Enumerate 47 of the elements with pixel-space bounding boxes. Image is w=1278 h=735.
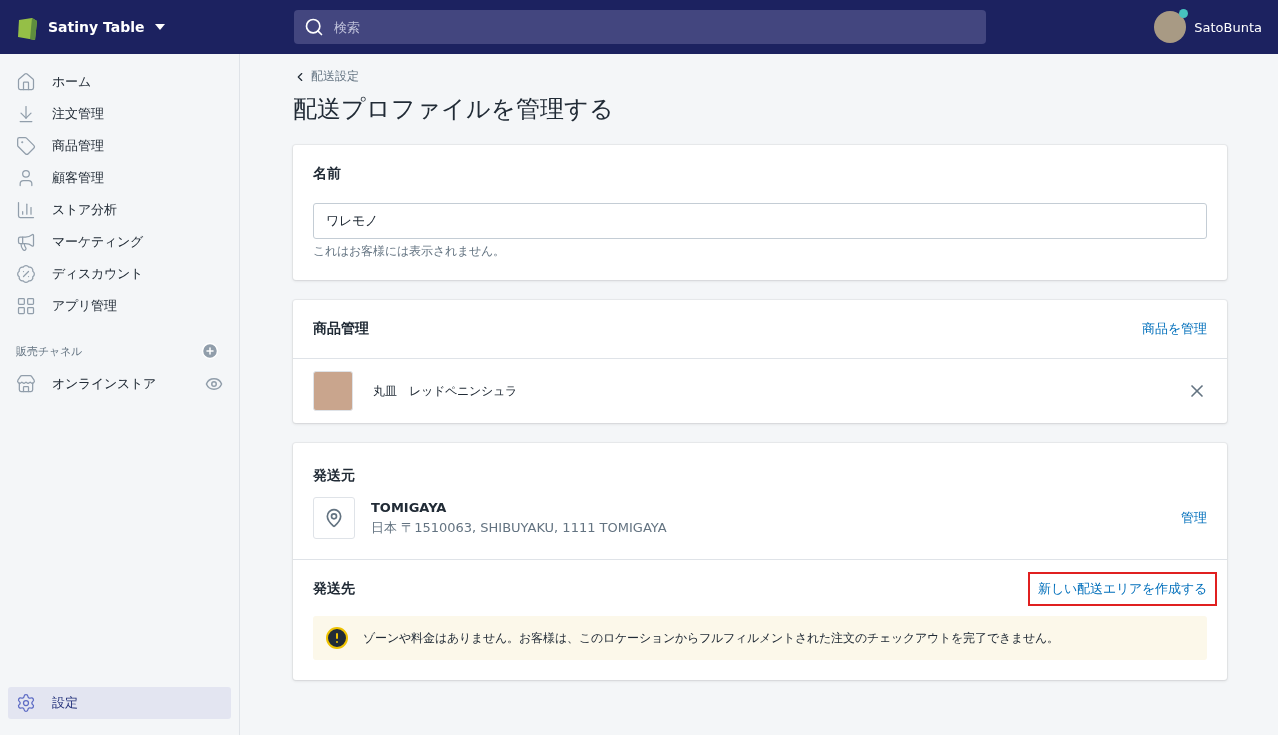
avatar[interactable] <box>1154 11 1187 43</box>
create-zone-link[interactable]: 新しい配送エリアを作成する <box>1030 574 1215 604</box>
store-icon <box>16 374 36 394</box>
product-name: 丸皿 レッドペニンシュラ <box>373 382 518 400</box>
user-name[interactable]: SatoBunta <box>1194 19 1262 35</box>
input-field[interactable]: ワレモノ <box>313 203 1207 239</box>
home-icon <box>16 72 36 92</box>
sidebar-item[interactable]: ディスカウント <box>8 258 231 290</box>
status-dot <box>1179 9 1189 18</box>
alert-icon <box>325 626 349 650</box>
warning-text: ゾーンや料金はありません。お客様は、このロケーションからフルフィルメントされた注文のチェックアウトを完了できません。 <box>363 629 1059 647</box>
caret-icon <box>154 24 165 30</box>
sidebar-item[interactable]: ストア分析 <box>8 194 231 226</box>
megaphone-icon <box>16 232 36 252</box>
tag-icon <box>16 136 36 156</box>
location-name: TOMIGAYA <box>371 499 448 515</box>
map-pin-icon <box>313 497 355 539</box>
search-field[interactable]: 検索 <box>294 10 986 44</box>
bar-chart-icon <box>16 200 36 220</box>
store-name[interactable]: Satiny Table <box>48 19 145 35</box>
settings-icon <box>16 693 36 713</box>
card-title: 名前 <box>313 165 342 183</box>
eye-icon[interactable] <box>205 375 223 393</box>
page-title: 配送プロファイルを管理する <box>293 94 615 125</box>
section-title: 発送元 <box>313 467 356 485</box>
breadcrumb-link[interactable]: 配送設定 <box>293 68 1227 85</box>
breadcrumb-text: 配送設定 <box>311 68 359 85</box>
sidebar-item[interactable]: マーケティング <box>8 226 231 258</box>
section-heading: 販売チャネル <box>16 343 82 359</box>
add-icon[interactable] <box>201 342 219 360</box>
sidebar-item[interactable]: 商品管理 <box>8 130 231 162</box>
photo-placeholder <box>313 371 353 411</box>
manage-link[interactable]: 管理 <box>1181 509 1207 527</box>
grid-icon <box>16 296 36 316</box>
location-address: 日本 〒1510063, SHIBUYAKU, 1111 TOMIGAYA <box>371 518 667 537</box>
sidebar-item[interactable]: アプリ管理 <box>8 290 231 322</box>
sidebar-item[interactable]: ホーム <box>8 66 231 98</box>
sidebar-item[interactable]: 顧客管理 <box>8 162 231 194</box>
percent-badge-icon <box>16 264 36 284</box>
section-title: 発送先 <box>313 580 355 598</box>
card-title: 商品管理 <box>313 320 369 338</box>
help-text: これはお客様には表示されません。 <box>313 243 506 260</box>
search-icon <box>304 17 324 37</box>
sidebar-item[interactable]: 注文管理 <box>8 98 231 130</box>
sidebar-item[interactable]: 設定 <box>8 687 231 719</box>
manage-products-link[interactable]: 商品を管理 <box>1142 320 1207 338</box>
sidebar-item[interactable]: オンラインストア <box>8 368 231 400</box>
